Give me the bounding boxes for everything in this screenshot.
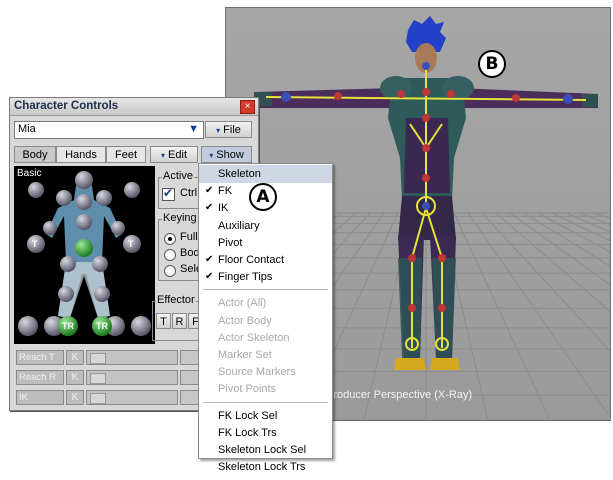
ik-blend-row: IK K 0. [16,390,212,405]
callout-b: B [478,50,506,78]
file-button[interactable]: ▾ File [205,121,252,138]
show-button[interactable]: ▾ Show [201,146,252,163]
reach-translation-row: Reach T K 0. [16,350,212,365]
keying-selection-radio[interactable] [164,265,176,277]
menu-item-label: FK Lock Sel [218,409,278,422]
tab-feet[interactable]: Feet [106,146,146,163]
menu-separator [203,401,328,403]
menu-item-actor-skeleton: Actor Skeleton [199,329,332,347]
menu-item-label: Actor Body [218,314,272,327]
menu-item-fk-lock-trs[interactable]: FK Lock Trs [199,424,332,442]
right-foot-marker[interactable]: TR [96,321,108,331]
body-schematic-panel[interactable]: Basic T T TR TR [14,166,155,344]
reach-r-key-button[interactable]: K [66,370,84,385]
reach-t-button[interactable]: Reach T [16,350,64,365]
tab-body[interactable]: Body [14,146,56,163]
menu-item-auxiliary[interactable]: Auxiliary [199,217,332,235]
menu-item-pivot-points: Pivot Points [199,380,332,398]
ik-key-button[interactable]: K [66,390,84,405]
file-arrow-icon: ▾ [216,126,221,135]
reach-r-button[interactable]: Reach R [16,370,64,385]
menu-item-pivot[interactable]: Pivot [199,234,332,252]
menu-item-label: Marker Set [218,349,272,361]
menu-item-label: Actor Skeleton [218,331,290,344]
menu-item-marker-set: Marker Set [199,346,332,364]
show-arrow-icon: ▾ [209,151,214,160]
menu-item-label: FK [218,185,233,198]
left-hand-marker[interactable]: T [32,239,38,249]
effector-r-button[interactable]: R [172,313,187,329]
character-name: Mia [18,123,36,135]
check-icon: ✔ [163,186,174,200]
right-hand-marker[interactable]: T [128,239,134,249]
checkmark-icon: ✔ [205,202,214,214]
menu-item-actor-all: Actor (All) [199,294,332,312]
edit-label: Edit [168,149,188,161]
menu-item-label: Actor (All) [218,297,267,310]
keying-body-radio[interactable] [164,249,176,261]
menu-item-label: Skeleton Lock Sel [218,444,307,456]
effector-t-button[interactable]: T [156,313,171,329]
menu-item-floor-contact[interactable]: ✔ Floor Contact [199,251,332,269]
checkmark-icon: ✔ [205,254,214,265]
keying-full-radio[interactable] [164,233,176,245]
dropdown-arrow-icon: ▼ [188,123,199,135]
body-figure [18,171,151,336]
effector-label: Effector [156,294,196,306]
tab-hands[interactable]: Hands [56,146,106,163]
menu-separator [203,289,328,291]
character-dropdown[interactable]: Mia ▼ [14,121,204,139]
menu-item-label: Pivot [218,236,243,249]
close-button[interactable]: × [240,100,255,114]
menu-item-label: Skeleton [218,168,261,180]
edit-button[interactable]: ▾ Edit [150,146,198,163]
menu-item-source-markers: Source Markers [199,363,332,381]
left-foot-marker[interactable]: TR [62,321,74,331]
callout-a: A [249,183,277,211]
menu-item-label: Skeleton Lock Trs [218,461,306,474]
menu-item-label: Auxiliary [218,219,260,232]
menu-item-label: IK [218,202,229,215]
checkmark-icon: ✔ [205,271,214,283]
active-checkbox[interactable]: ✔ [162,186,175,201]
ik-button[interactable]: IK [16,390,64,405]
menu-item-skeleton-lock-trs[interactable]: Skeleton Lock Trs [199,458,332,476]
menu-item-label: Floor Contact [218,254,285,266]
menu-item-skeleton[interactable]: Skeleton [199,165,332,183]
reach-rotation-row: Reach R K 0. [16,370,212,385]
ctrl-label: Ctrl [180,187,198,199]
menu-item-skeleton-lock-sel[interactable]: Skeleton Lock Sel [199,441,332,459]
menu-item-actor-body: Actor Body [199,312,332,330]
window-title: Character Controls [14,100,119,112]
show-label: Show [216,149,244,161]
menu-item-label: Source Markers [218,366,296,379]
menu-item-finger-tips[interactable]: ✔ Finger Tips [199,268,332,286]
file-label: File [223,124,241,136]
reach-t-key-button[interactable]: K [66,350,84,365]
menu-item-fk-lock-sel[interactable]: FK Lock Sel [199,407,332,425]
ik-slider[interactable] [86,390,178,405]
viewport-camera-label: Producer Perspective (X-Ray) [326,389,473,401]
reach-r-slider[interactable] [86,370,178,385]
menu-item-label: Finger Tips [218,271,273,284]
active-group-label: Active [162,170,194,182]
reach-t-slider[interactable] [86,350,178,365]
title-bar[interactable]: Character Controls × [10,98,258,116]
checkmark-icon: ✔ [205,185,214,197]
menu-item-label: FK Lock Trs [218,426,277,439]
menu-item-label: Pivot Points [218,383,277,396]
edit-arrow-icon: ▾ [160,151,165,160]
